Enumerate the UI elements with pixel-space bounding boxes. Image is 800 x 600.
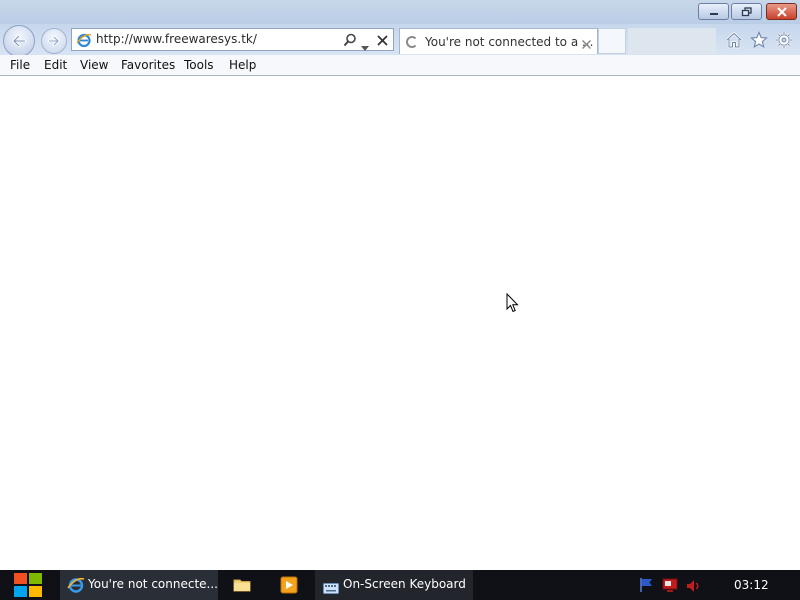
back-button[interactable] [3, 25, 35, 57]
close-icon [581, 39, 592, 50]
stop-button[interactable] [376, 32, 389, 51]
address-bar[interactable]: http://www.freewaresys.tk/ [71, 28, 394, 51]
minimize-button[interactable] [698, 3, 729, 20]
windows-logo-icon [14, 573, 42, 597]
menu-tools[interactable]: Tools [184, 58, 214, 72]
taskbar-item-osk[interactable]: On-Screen Keyboard [315, 570, 473, 600]
close-icon [776, 6, 787, 17]
menu-favorites[interactable]: Favorites [121, 58, 175, 72]
home-icon [726, 32, 742, 49]
menu-edit[interactable]: Edit [44, 58, 67, 72]
file-explorer-icon[interactable] [233, 576, 251, 598]
tab-active[interactable]: You're not connected to a ... [399, 28, 598, 54]
star-icon [750, 31, 768, 48]
taskbar-item-label: You're not connecte... [88, 577, 218, 591]
menu-file[interactable]: File [10, 58, 30, 72]
back-arrow-icon [12, 34, 27, 48]
chevron-down-icon[interactable] [361, 37, 370, 56]
page-content[interactable] [0, 76, 800, 570]
gear-icon [776, 32, 792, 48]
menu-bar: File Edit View Favorites Tools Help [0, 55, 800, 76]
new-tab-button[interactable] [598, 28, 626, 54]
favorites-button[interactable] [748, 29, 770, 51]
search-icon[interactable] [343, 32, 357, 51]
address-text[interactable]: http://www.freewaresys.tk/ [96, 32, 257, 46]
menu-view[interactable]: View [80, 58, 108, 72]
action-center-flag-icon[interactable] [638, 577, 654, 597]
start-button[interactable] [6, 570, 50, 600]
menu-help[interactable]: Help [229, 58, 256, 72]
restore-icon [741, 6, 752, 16]
loading-spinner-icon [406, 36, 418, 48]
browser-window: http://www.freewaresys.tk/ You're not co… [0, 0, 800, 570]
close-window-button[interactable] [766, 3, 797, 20]
mouse-cursor-icon [506, 292, 520, 317]
clock[interactable]: 03:12 [734, 578, 769, 592]
restore-button[interactable] [731, 3, 762, 20]
media-player-icon[interactable] [280, 576, 298, 598]
forward-arrow-icon [47, 35, 60, 47]
taskbar-item-label: On-Screen Keyboard [343, 577, 466, 591]
tools-button[interactable] [773, 29, 795, 51]
display-icon[interactable] [662, 577, 678, 597]
taskbar-item-ie[interactable]: You're not connecte... [60, 570, 218, 600]
title-bar [0, 0, 800, 24]
keyboard-icon [323, 579, 339, 598]
forward-button[interactable] [41, 28, 67, 54]
ie-icon [76, 32, 92, 52]
tab-title: You're not connected to a ... [425, 35, 594, 49]
tab-close-button[interactable] [581, 35, 592, 54]
tab-strip-empty [628, 28, 716, 54]
volume-icon[interactable] [686, 578, 702, 597]
close-icon [377, 35, 388, 46]
minimize-icon [709, 12, 718, 15]
taskbar: You're not connecte... On-Screen Keyboar… [0, 570, 800, 600]
home-button[interactable] [723, 29, 745, 51]
ie-icon [67, 576, 85, 598]
